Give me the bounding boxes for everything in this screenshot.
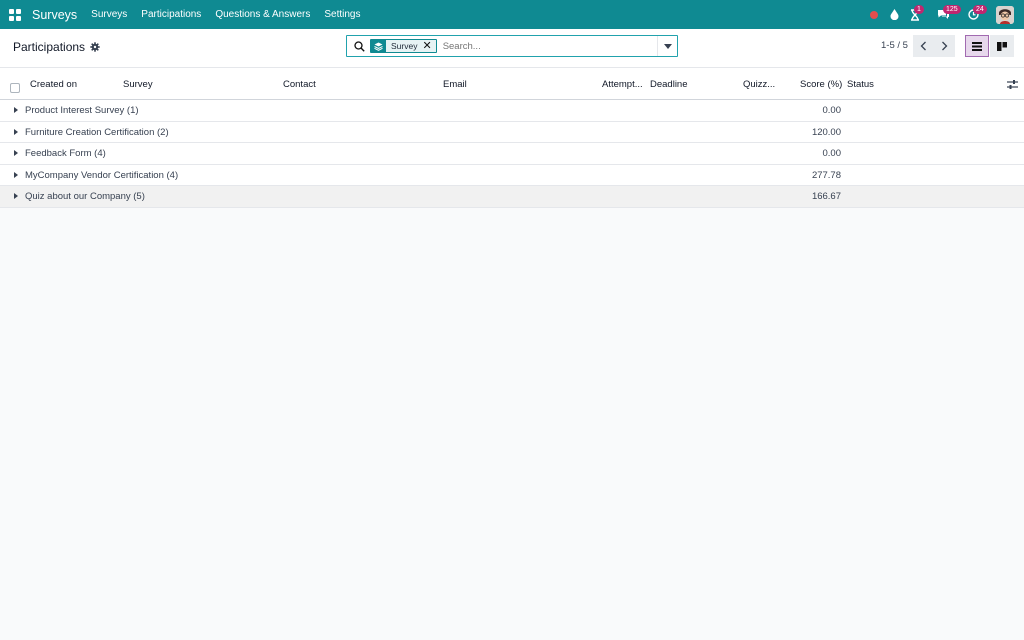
group-row[interactable]: Furniture Creation Certification (2) 120… xyxy=(0,121,1024,143)
column-status[interactable]: Status xyxy=(847,79,874,90)
caret-down-icon xyxy=(663,43,672,49)
group-score: 120.00 xyxy=(811,126,841,138)
search-input[interactable] xyxy=(442,40,653,52)
facet-label: Survey xyxy=(391,41,418,51)
activity-hourglass-icon[interactable]: 1 xyxy=(904,0,926,29)
app-name[interactable]: Surveys xyxy=(32,8,77,22)
gear-icon[interactable] xyxy=(90,42,100,52)
search-facet-survey: Survey ✕ xyxy=(370,39,437,53)
search-icon[interactable] xyxy=(349,36,369,56)
chevron-right-icon xyxy=(942,41,948,51)
group-name: MyCompany Vendor Certification (4) xyxy=(25,169,179,181)
kanban-icon xyxy=(997,41,1007,51)
caret-right-icon xyxy=(14,150,18,156)
group-by-layers-icon xyxy=(371,40,386,52)
user-avatar[interactable] xyxy=(996,5,1014,24)
top-navbar: Surveys Surveys Participations Questions… xyxy=(0,0,1024,29)
menu-surveys[interactable]: Surveys xyxy=(91,9,127,20)
group-score: 0.00 xyxy=(822,105,842,116)
chevron-left-icon xyxy=(920,41,926,51)
caret-right-icon xyxy=(14,193,18,199)
search-options-toggle[interactable] xyxy=(657,36,677,56)
updates-badge: 24 xyxy=(973,5,987,14)
messages-icon[interactable]: 125 xyxy=(926,0,961,29)
column-quizz[interactable]: Quizz... xyxy=(743,79,775,90)
group-row[interactable]: Feedback Form (4) 0.00 xyxy=(0,143,1024,165)
column-created-on[interactable]: Created on xyxy=(30,79,77,90)
pager-value[interactable]: 1-5 / 5 xyxy=(881,40,908,51)
group-row[interactable]: Product Interest Survey (1) 0.00 xyxy=(0,100,1024,122)
activity-badge: 1 xyxy=(914,5,924,14)
recording-indicator-icon[interactable] xyxy=(864,0,884,29)
remove-facet-close-icon[interactable]: ✕ xyxy=(422,40,435,52)
menu-settings[interactable]: Settings xyxy=(324,9,360,20)
list-view-button[interactable] xyxy=(965,35,989,57)
group-name: Feedback Form (4) xyxy=(25,148,106,159)
group-row[interactable]: MyCompany Vendor Certification (4) 277.7… xyxy=(0,164,1024,186)
drop-icon[interactable] xyxy=(884,0,904,29)
updates-clock-icon[interactable]: 24 xyxy=(960,0,987,29)
column-survey[interactable]: Survey xyxy=(123,79,153,90)
apps-menu-icon[interactable] xyxy=(9,8,21,21)
participations-table: Created on Survey Contact Email Attempt.… xyxy=(0,68,1024,208)
control-panel: Participations Survey ✕ 1-5 / 5 xyxy=(0,29,1024,68)
group-score: 0.00 xyxy=(822,148,842,159)
menu-questions-answers[interactable]: Questions & Answers xyxy=(215,9,310,20)
group-score: 277.78 xyxy=(811,169,841,181)
group-name: Product Interest Survey (1) xyxy=(25,105,139,116)
kanban-view-button[interactable] xyxy=(990,35,1014,57)
select-all-checkbox[interactable] xyxy=(10,83,20,93)
column-deadline[interactable]: Deadline xyxy=(650,79,688,90)
menu-participations[interactable]: Participations xyxy=(141,9,201,20)
group-row[interactable]: Quiz about our Company (5) 166.67 xyxy=(0,186,1024,208)
caret-right-icon xyxy=(14,171,18,178)
list-icon xyxy=(972,41,982,51)
group-score: 166.67 xyxy=(811,191,841,202)
column-email[interactable]: Email xyxy=(443,79,467,90)
caret-right-icon xyxy=(14,128,18,135)
group-name: Furniture Creation Certification (2) xyxy=(25,126,169,138)
caret-right-icon xyxy=(14,107,18,113)
column-contact[interactable]: Contact xyxy=(283,79,316,90)
messages-badge: 125 xyxy=(943,5,961,14)
optional-columns-sliders-icon[interactable] xyxy=(1007,79,1018,90)
search-box[interactable]: Survey ✕ xyxy=(346,35,678,57)
table-header: Created on Survey Contact Email Attempt.… xyxy=(0,68,1024,100)
column-attempt[interactable]: Attempt... xyxy=(602,79,646,90)
pager-next-button[interactable] xyxy=(934,35,955,57)
pager-previous-button[interactable] xyxy=(913,35,934,57)
page-title: Participations xyxy=(13,40,86,54)
group-name: Quiz about our Company (5) xyxy=(25,191,145,202)
column-score[interactable]: Score (%) xyxy=(800,79,842,90)
